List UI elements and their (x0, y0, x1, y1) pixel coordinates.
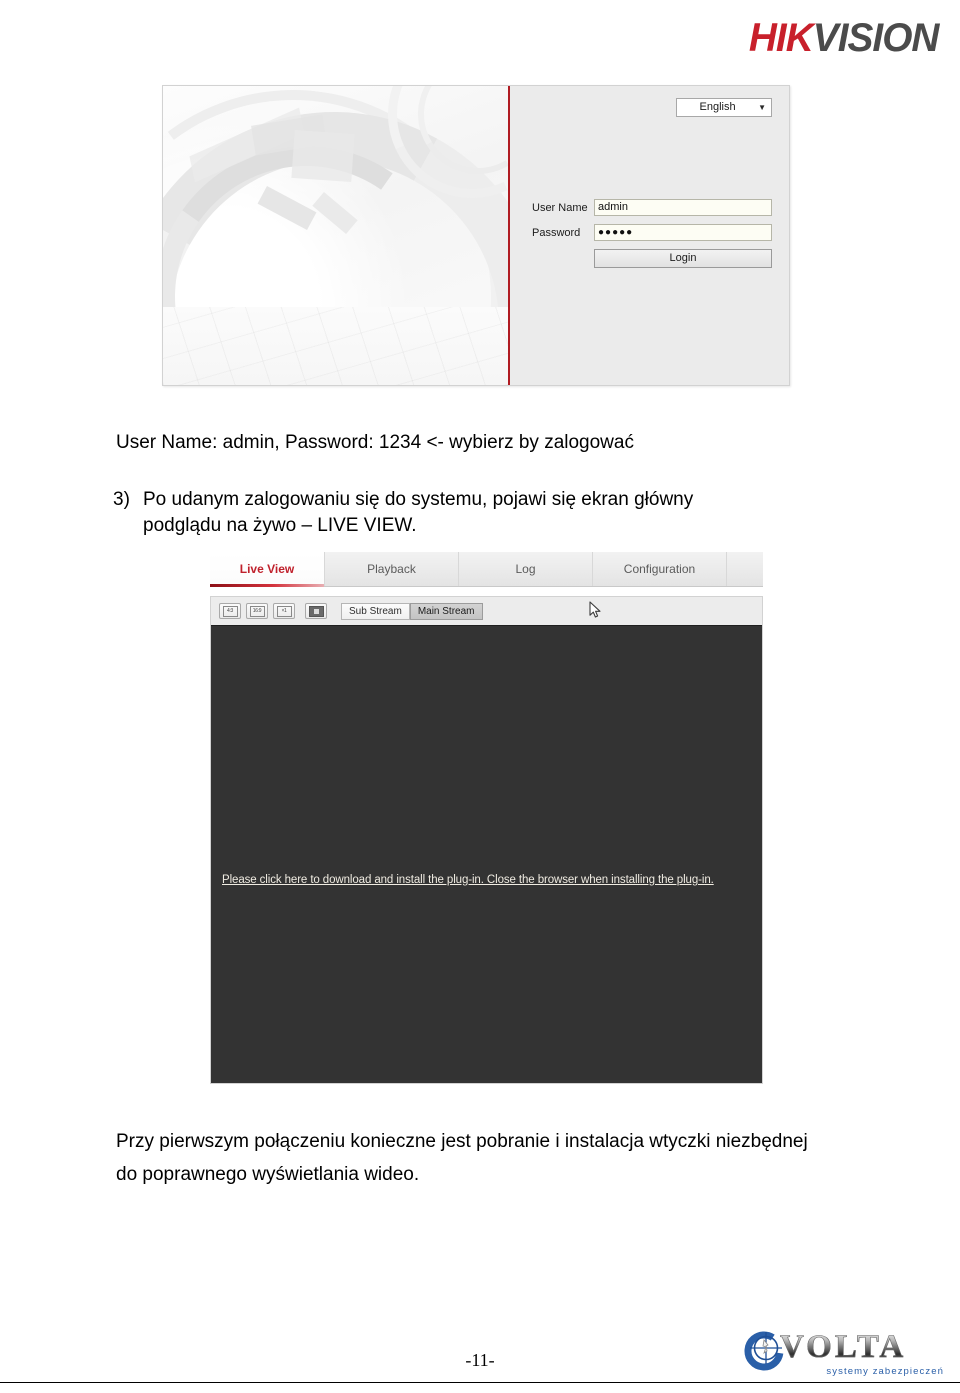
tabbar-filler (727, 552, 763, 586)
live-view-screenshot: Live View Playback Log Configuration 4:3… (186, 552, 763, 1084)
username-label: User Name (532, 201, 588, 214)
main-stream-button[interactable]: Main Stream (409, 602, 483, 620)
live-view-panel: 4:3 16:9 ×1 Sub Stream Main Stream Pleas… (210, 596, 763, 1084)
artwork-floor-grid (163, 307, 508, 385)
username-row: User Name admin (532, 199, 782, 216)
hikvision-logo-hik: HIK (748, 16, 813, 60)
login-button-wrapper: Login (594, 249, 782, 268)
live-view-video-area: Please click here to download and instal… (211, 625, 762, 1083)
footer-divider (0, 1382, 960, 1383)
tab-configuration[interactable]: Configuration (593, 552, 727, 586)
original-size-icon: ×1 (276, 605, 292, 617)
artwork-plate (291, 129, 355, 183)
stream-selector-group: Sub Stream Main Stream (341, 602, 483, 620)
hikvision-logo: HIKVISION (748, 16, 939, 60)
aspect-4-3-button[interactable]: 4:3 (219, 603, 241, 619)
arrow-cursor (589, 601, 602, 619)
password-label: Password (532, 226, 581, 239)
aspect-16-9-icon: 16:9 (249, 605, 265, 617)
tab-playback[interactable]: Playback (325, 552, 459, 586)
step-3-text: Po udanym zalogowaniu się do systemu, po… (143, 489, 694, 537)
username-input[interactable]: admin (594, 199, 772, 216)
tab-live-view[interactable]: Live View (210, 552, 325, 587)
password-row: Password ●●●●● (532, 224, 782, 241)
sub-stream-button[interactable]: Sub Stream (341, 602, 410, 620)
full-window-icon (308, 605, 324, 617)
login-button[interactable]: Login (594, 249, 772, 268)
password-input[interactable]: ●●●●● (594, 224, 772, 241)
credentials-form: User Name admin Password ●●●●● Login (532, 199, 782, 268)
live-view-toolbar: 4:3 16:9 ×1 Sub Stream Main Stream (211, 597, 762, 625)
chevron-down-icon: ▼ (758, 102, 766, 112)
volta-wordmark: VOLTA (780, 1329, 907, 1365)
tab-log[interactable]: Log (459, 552, 593, 586)
credentials-caption: User Name: admin, Password: 1234 <- wybi… (116, 432, 634, 453)
original-size-button[interactable]: ×1 (273, 603, 295, 619)
plugin-download-link[interactable]: Please click here to download and instal… (222, 874, 714, 886)
closing-paragraph: Przy pierwszym połączeniu konieczne jest… (116, 1131, 808, 1185)
login-decorative-artwork (163, 86, 508, 385)
language-select[interactable]: English ▼ (676, 98, 772, 117)
login-screenshot: English ▼ User Name admin Password ●●●●●… (162, 85, 790, 386)
full-window-button[interactable] (305, 603, 327, 619)
language-select-value: English (699, 101, 736, 113)
live-view-tabbar: Live View Playback Log Configuration (210, 552, 763, 587)
step-3-block: 3) Po udanym zalogowaniu się do systemu,… (113, 487, 743, 539)
login-form-panel: English ▼ User Name admin Password ●●●●●… (510, 86, 789, 385)
volta-logo: VOLTA systemy zabezpieczeń (736, 1327, 944, 1377)
hikvision-logo-vision: VISION (812, 16, 939, 60)
aspect-16-9-button[interactable]: 16:9 (246, 603, 268, 619)
volta-tagline: systemy zabezpieczeń (826, 1366, 944, 1377)
step-3-number: 3) (113, 489, 130, 510)
aspect-4-3-icon: 4:3 (222, 605, 238, 617)
